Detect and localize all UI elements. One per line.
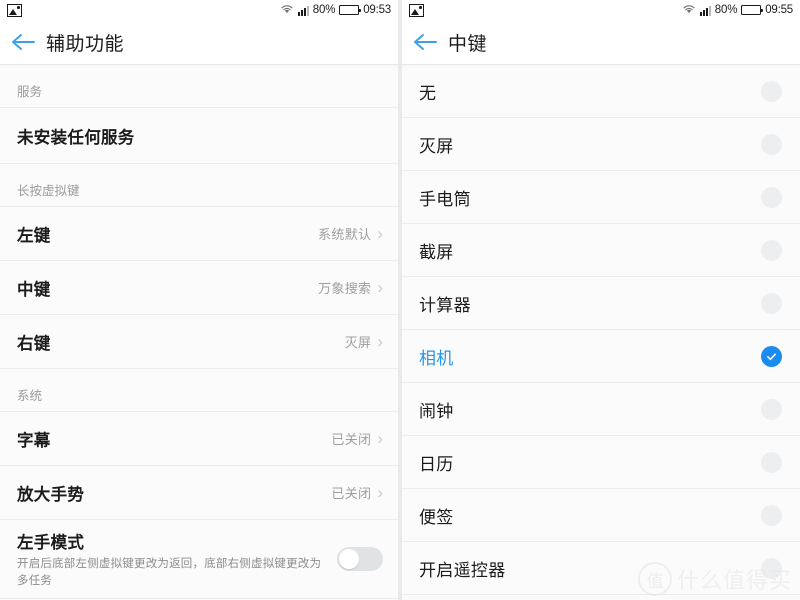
chevron-right-icon: ›: [377, 429, 383, 448]
dual-screenshot-container: 80% 09:53 辅助功能 服务 未安装任何服务 长按虚拟键 左键 系统默认 …: [0, 0, 800, 600]
right-status-bar: 80% 09:55: [402, 0, 800, 20]
row-value: 已关闭: [331, 486, 372, 501]
option-row-camera[interactable]: 相机: [402, 330, 800, 383]
signal-icon: [297, 5, 309, 16]
row-value: 系统默认: [318, 227, 372, 242]
radio-icon[interactable]: [761, 292, 782, 314]
wifi-icon: [280, 3, 294, 17]
radio-icon[interactable]: [761, 80, 782, 102]
option-row-flashlight[interactable]: 手电筒: [402, 171, 800, 224]
signal-icon: [699, 5, 711, 16]
row-label: 左键: [17, 226, 51, 245]
section-header-system: 系统: [0, 369, 398, 412]
chevron-right-icon: ›: [377, 278, 383, 297]
row-label: 右键: [17, 334, 51, 353]
battery-percent-label: 80%: [312, 4, 336, 16]
battery-icon: [339, 5, 362, 15]
chevron-right-icon: ›: [377, 224, 383, 243]
image-icon: [7, 3, 22, 17]
radio-icon[interactable]: [761, 186, 782, 208]
page-title: 辅助功能: [46, 33, 125, 55]
status-clock: 09:53: [363, 4, 391, 16]
row-value: 已关闭: [331, 432, 372, 447]
back-arrow-icon[interactable]: [402, 32, 448, 52]
status-left-icons: [7, 3, 22, 17]
list-item-right-key[interactable]: 右键 灭屏 ›: [0, 315, 398, 369]
radio-checked-icon[interactable]: [761, 345, 782, 367]
status-right-icons: 80% 09:55: [682, 3, 793, 17]
left-title-bar: 辅助功能: [0, 20, 398, 65]
list-item-left-key[interactable]: 左键 系统默认 ›: [0, 207, 398, 261]
row-label: 未安装任何服务: [17, 128, 135, 147]
option-row-notes[interactable]: 便签: [402, 489, 800, 542]
option-label: 便签: [419, 507, 454, 527]
option-label: 开启遥控器: [419, 560, 506, 580]
list-item-no-services[interactable]: 未安装任何服务: [0, 108, 398, 164]
right-phone-screen: 80% 09:55 中键 无 灭屏 手电筒 截屏 计算器 相机 闹钟 日历 便签…: [402, 0, 800, 600]
row-text-block: 左手模式 开启后底部左侧虚拟键更改为返回，底部右侧虚拟键更改为多任务: [17, 529, 337, 589]
radio-icon[interactable]: [761, 557, 782, 579]
option-row-alarm[interactable]: 闹钟: [402, 383, 800, 436]
radio-icon[interactable]: [761, 239, 782, 261]
left-hand-mode-toggle[interactable]: [337, 547, 383, 572]
row-label: 左手模式: [17, 534, 85, 552]
battery-icon: [741, 5, 764, 15]
option-label: 相机: [419, 348, 454, 368]
chevron-right-icon: ›: [377, 483, 383, 502]
back-arrow-icon[interactable]: [0, 32, 46, 52]
option-label: 无: [419, 83, 437, 103]
option-label: 截屏: [419, 242, 454, 262]
battery-percent-label: 80%: [714, 4, 738, 16]
row-value: 灭屏: [344, 335, 372, 350]
row-label: 字幕: [17, 431, 51, 450]
image-icon: [409, 3, 424, 17]
option-label: 日历: [419, 454, 454, 474]
row-label: 中键: [17, 280, 51, 299]
row-label: 放大手势: [17, 485, 85, 504]
left-settings-list: 服务 未安装任何服务 长按虚拟键 左键 系统默认 › 中键 万象搜索 › 右键 …: [0, 65, 398, 600]
option-row-calculator[interactable]: 计算器: [402, 277, 800, 330]
list-item-middle-key[interactable]: 中键 万象搜索 ›: [0, 261, 398, 315]
left-phone-screen: 80% 09:53 辅助功能 服务 未安装任何服务 长按虚拟键 左键 系统默认 …: [0, 0, 398, 600]
row-description: 开启后底部左侧虚拟键更改为返回，底部右侧虚拟键更改为多任务: [17, 558, 322, 587]
radio-icon[interactable]: [761, 451, 782, 473]
middle-key-option-list: 无 灭屏 手电筒 截屏 计算器 相机 闹钟 日历 便签 开启遥控器: [402, 65, 800, 600]
page-title: 中键: [448, 33, 488, 55]
status-clock: 09:55: [765, 4, 793, 16]
option-label: 计算器: [419, 295, 471, 315]
toggle-knob: [339, 549, 359, 570]
section-header-longpress: 长按虚拟键: [0, 164, 398, 207]
option-row-remote-control[interactable]: 开启遥控器: [402, 542, 800, 595]
option-label: 灭屏: [419, 136, 454, 156]
radio-icon[interactable]: [761, 398, 782, 420]
option-row-screen-off[interactable]: 灭屏: [402, 118, 800, 171]
wifi-icon: [682, 3, 696, 17]
radio-icon[interactable]: [761, 504, 782, 526]
status-right-icons: 80% 09:53: [280, 3, 391, 17]
left-status-bar: 80% 09:53: [0, 0, 398, 20]
list-item-left-hand-mode[interactable]: 左手模式 开启后底部左侧虚拟键更改为返回，底部右侧虚拟键更改为多任务: [0, 520, 398, 600]
option-label: 闹钟: [419, 401, 454, 421]
status-left-icons: [409, 3, 424, 17]
section-header-services: 服务: [0, 65, 398, 108]
list-item-captions[interactable]: 字幕 已关闭 ›: [0, 412, 398, 466]
option-row-screenshot[interactable]: 截屏: [402, 224, 800, 277]
chevron-right-icon: ›: [377, 332, 383, 351]
option-row-calendar[interactable]: 日历: [402, 436, 800, 489]
right-title-bar: 中键: [402, 20, 800, 65]
radio-icon[interactable]: [761, 133, 782, 155]
option-row-none[interactable]: 无: [402, 65, 800, 118]
row-value: 万象搜索: [318, 281, 372, 296]
option-label: 手电筒: [419, 189, 471, 209]
list-item-magnification[interactable]: 放大手势 已关闭 ›: [0, 466, 398, 520]
